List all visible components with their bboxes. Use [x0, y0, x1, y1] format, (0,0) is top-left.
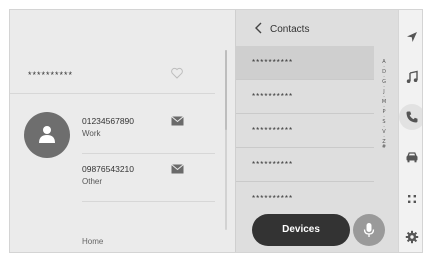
avatar	[24, 112, 70, 158]
scrollbar-thumb[interactable]	[225, 50, 227, 130]
contact-detail-pane: ********** 01234567890 Work 09876543210 …	[10, 10, 235, 252]
contact-list-item[interactable]: **********	[236, 182, 374, 216]
devices-button[interactable]: Devices	[252, 214, 350, 246]
apps-icon	[408, 195, 416, 203]
back-chevron-icon[interactable]	[254, 22, 264, 34]
phone-type: Other	[82, 177, 103, 186]
voice-button[interactable]	[353, 214, 385, 246]
nav-rail	[398, 10, 422, 252]
contact-name: **********	[28, 70, 74, 80]
settings-icon	[405, 230, 419, 244]
contacts-title: Contacts	[270, 24, 310, 35]
contact-list-item[interactable]: **********	[236, 46, 374, 80]
screen: ********** 01234567890 Work 09876543210 …	[9, 9, 423, 253]
contacts-header: Contacts	[236, 10, 399, 46]
contact-list-item[interactable]: **********	[236, 114, 374, 148]
phone-number: 09876543210	[82, 164, 135, 174]
rail-phone[interactable]	[399, 104, 422, 130]
navigation-icon	[407, 32, 417, 42]
rail-apps[interactable]	[399, 186, 422, 212]
rail-settings[interactable]	[399, 224, 422, 250]
contact-list-item-label: **********	[252, 194, 294, 203]
contact-list-item-label: **********	[252, 126, 294, 135]
phone-type: Work	[82, 129, 101, 138]
rail-music[interactable]	[399, 64, 422, 90]
message-icon[interactable]	[171, 116, 184, 126]
contact-list-item[interactable]: **********	[236, 148, 374, 182]
rail-navigation[interactable]	[399, 24, 422, 50]
alphabet-index-letter[interactable]: #	[380, 145, 388, 150]
alphabet-index[interactable]: A · D · G · J · M · P · S · V · Z #	[380, 60, 388, 150]
car-icon	[406, 152, 418, 163]
contact-list-item-label: **********	[252, 92, 294, 101]
contact-name-row: **********	[10, 54, 215, 94]
person-icon	[39, 126, 55, 143]
phone-icon	[406, 111, 418, 123]
music-icon	[406, 70, 418, 83]
contact-list-item-label: **********	[252, 160, 294, 169]
detail-scrollbar[interactable]	[225, 50, 227, 230]
contact-list-item-label: **********	[252, 58, 294, 67]
home-label: Home	[82, 237, 104, 246]
phone-row-other[interactable]: 09876543210 Other	[82, 158, 215, 202]
message-icon[interactable]	[171, 164, 184, 174]
contact-list-item[interactable]: **********	[236, 80, 374, 114]
phone-number: 01234567890	[82, 116, 135, 126]
rail-vehicle[interactable]	[399, 144, 422, 170]
phone-row-work[interactable]: 01234567890 Work	[82, 110, 215, 154]
contacts-list-pane: Contacts ********** ********** *********…	[235, 10, 399, 252]
microphone-icon	[363, 223, 375, 237]
favorite-icon[interactable]	[170, 66, 184, 80]
